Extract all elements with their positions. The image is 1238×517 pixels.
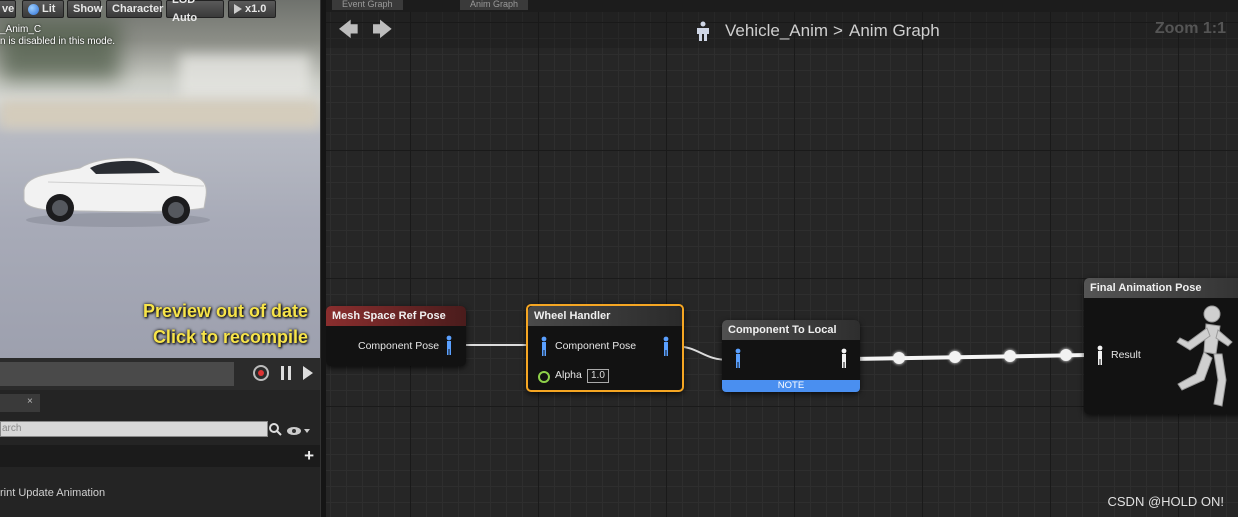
alpha-pin-icon[interactable]: [538, 371, 550, 383]
alpha-value-input[interactable]: 1.0: [587, 369, 609, 383]
node-final-animation-pose[interactable]: Final Animation Pose Result: [1084, 278, 1238, 414]
reroute-knot[interactable]: [949, 351, 961, 363]
pause-icon: [281, 366, 291, 380]
node-title: Component To Local: [722, 320, 860, 340]
reroute-knot[interactable]: [1060, 349, 1072, 361]
result-pin-icon[interactable]: [1096, 345, 1104, 365]
background-house: [180, 55, 310, 100]
show-label: Show: [73, 3, 103, 15]
breadcrumb-separator: >: [833, 21, 843, 40]
running-mannequin-icon: [1176, 305, 1233, 407]
my-blueprint-panel: × arch + rint Update Animation: [0, 390, 320, 517]
zoom-level: Zoom 1:1: [1154, 20, 1226, 37]
background-road: [0, 100, 320, 128]
lod-label: LOD Auto: [172, 0, 198, 24]
lit-label: Lit: [42, 3, 56, 15]
node-title: Wheel Handler: [528, 306, 682, 326]
play-triangle-icon: [234, 4, 242, 14]
watermark-text: CSDN @HOLD ON!: [1107, 494, 1225, 509]
character-label: Character: [112, 3, 164, 15]
show-button[interactable]: Show: [67, 0, 103, 18]
recompile-message[interactable]: Preview out of date Click to recompile: [143, 298, 308, 350]
lit-button[interactable]: Lit: [22, 0, 64, 18]
info-disabled-message: n is disabled in this mode.: [0, 36, 116, 47]
viewport-menu-label: ve: [2, 3, 15, 15]
reroute-knot[interactable]: [1004, 350, 1016, 362]
viewport-info: _Anim_C n is disabled in this mode.: [0, 24, 115, 48]
pin-label-alpha: Alpha: [555, 369, 582, 381]
record-icon: [258, 370, 264, 376]
forward-arrow-icon[interactable]: 🡆: [372, 20, 393, 40]
graph-tabstrip: Event Graph Anim Graph: [326, 0, 1238, 12]
play-icon: [303, 366, 313, 380]
pin-label-component-pose: Component Pose: [358, 340, 440, 352]
reroute-knot[interactable]: [893, 352, 905, 364]
search-placeholder: arch: [2, 423, 22, 434]
node-note-bar: NOTE: [722, 380, 860, 392]
click-to-recompile-text: Click to recompile: [152, 327, 308, 347]
lit-sphere-icon: [28, 3, 39, 15]
node-mesh-space-ref-pose[interactable]: Mesh Space Ref Pose Component Pose: [326, 306, 466, 366]
pose-pin-in-icon[interactable]: [734, 348, 742, 368]
tab-event-graph-label: Event Graph: [342, 0, 393, 9]
panel-tab[interactable]: ×: [0, 394, 40, 412]
add-button[interactable]: +: [304, 446, 314, 466]
pin-label-component-pose: Component Pose: [555, 340, 637, 352]
pin-wires: [454, 344, 1089, 361]
pin-label-result: Result: [1111, 349, 1141, 361]
lod-button[interactable]: LOD Auto: [166, 0, 224, 24]
search-input[interactable]: arch: [0, 421, 268, 437]
node-title: Final Animation Pose: [1084, 278, 1238, 298]
pose-pin-out-icon[interactable]: [662, 336, 670, 356]
breadcrumb-blueprint[interactable]: Vehicle_Anim: [725, 21, 828, 41]
view-options-eye-icon[interactable]: [286, 424, 312, 436]
node-wheel-handler[interactable]: Wheel Handler Component Pose Alpha 1.0: [526, 304, 684, 392]
node-component-to-local[interactable]: Component To Local NOTE: [722, 320, 860, 392]
preview-viewport[interactable]: ve Lit Show Character LOD Auto x1.0 _Ani…: [0, 0, 320, 358]
info-anim-class: _Anim_C: [0, 24, 42, 35]
list-item-update-animation[interactable]: rint Update Animation: [0, 487, 105, 499]
local-pose-pin-out-icon[interactable]: [840, 348, 848, 368]
speed-label: x1.0: [245, 3, 267, 15]
preview-out-of-date-text: Preview out of date: [142, 301, 308, 321]
character-button[interactable]: Character: [106, 0, 164, 18]
tab-event-graph[interactable]: Event Graph: [332, 0, 403, 10]
car-preview-mesh: [23, 157, 210, 227]
record-button[interactable]: [253, 365, 269, 381]
pose-pin-in-icon[interactable]: [540, 336, 548, 356]
tab-anim-graph-label: Anim Graph: [470, 0, 519, 9]
breadcrumb-anim-graph[interactable]: Anim Graph: [849, 21, 940, 41]
anim-graph-canvas[interactable]: Mesh Space Ref Pose Component Pose Wheel…: [326, 12, 1238, 517]
timeline-scrubber[interactable]: [0, 362, 234, 386]
viewport-menu-button[interactable]: ve: [0, 0, 16, 18]
category-header: +: [0, 445, 320, 467]
back-arrow-icon[interactable]: 🡄: [338, 20, 359, 40]
tab-anim-graph[interactable]: Anim Graph: [460, 0, 529, 10]
graph-header: 🡄 🡆 Vehicle_Anim > Anim Graph Zoom 1:1: [326, 12, 1238, 48]
play-button[interactable]: [303, 366, 315, 380]
anim-blueprint-icon: [697, 21, 709, 41]
search-icon[interactable]: [268, 422, 282, 436]
pose-pin-icon[interactable]: [445, 335, 453, 355]
pause-button[interactable]: [281, 366, 291, 380]
transport-bar: [0, 358, 320, 390]
tab-close-icon[interactable]: ×: [27, 396, 33, 407]
playback-speed-button[interactable]: x1.0: [228, 0, 276, 18]
node-title: Mesh Space Ref Pose: [326, 306, 466, 326]
